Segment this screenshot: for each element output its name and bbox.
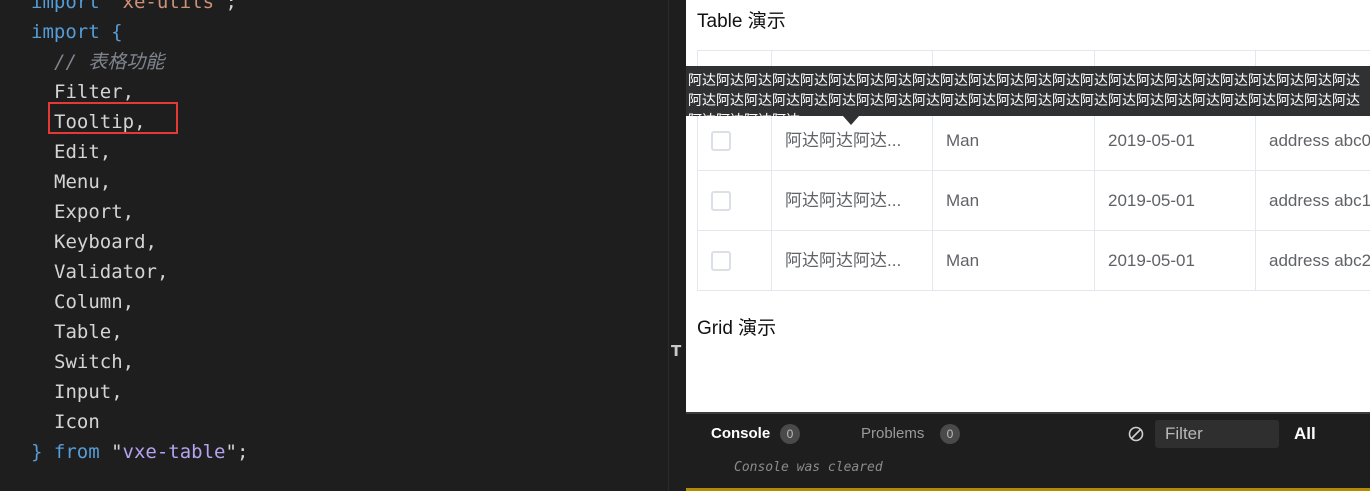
code-token: Table, [54,321,123,343]
code-line: Icon [54,407,100,437]
tab-problems[interactable]: Problems [861,422,924,446]
code-token: Icon [54,411,100,433]
code-line: import "xe-utils"; [31,0,237,17]
code-token: import [31,0,112,13]
code-line: Validator, [54,257,168,287]
name-cell[interactable]: 阿达阿达阿达... [772,231,933,290]
address-cell: address abc1 [1269,191,1370,210]
console-filter-input[interactable] [1155,420,1279,448]
code-token: ; [236,441,249,463]
code-token: " [225,441,237,463]
console-count-badge: 0 [780,424,800,444]
code-token: Validator, [54,261,169,283]
code-token: import [31,21,112,43]
preview-pane: Table 演示 阿达阿达阿达... Man 2019-05-01 addres… [686,0,1370,412]
code-token: vxe-table [122,441,226,463]
table-row[interactable]: 阿达阿达阿达... Man 2019-05-01 address abc1 [698,171,1370,231]
code-token: Menu, [54,171,112,193]
code-token: } [31,441,54,463]
log-level-select[interactable]: All [1294,422,1316,446]
address-cell: address abc0 [1269,131,1370,150]
console-panel: Console 0 Problems 0 All Console was cle… [686,412,1370,491]
splitter-strip[interactable] [669,0,686,491]
checkbox-cell [698,231,772,290]
date-cell: 2019-05-01 [1095,171,1256,230]
row-checkbox[interactable] [711,191,731,211]
code-line: Menu, [54,167,111,197]
grid-demo-title: Grid 演示 [697,318,777,339]
sex-cell: Man [933,231,1095,290]
code-comment: // 表格功能 [54,51,165,73]
code-line: Export, [54,197,134,227]
sex-cell: Man [933,171,1095,230]
table-row[interactable]: 阿达阿达阿达... Man 2019-05-01 address abc0 [698,111,1370,171]
resize-handle-icon[interactable]: T [671,343,683,359]
code-token: Filter, [54,81,135,103]
code-token: Switch, [54,351,135,373]
code-token: Input, [54,381,123,403]
cell-tooltip: 阿达阿达阿达阿达阿达阿达阿达阿达阿达阿达阿达阿达阿达阿达阿达阿达阿达阿达阿达阿达… [686,66,1370,116]
code-line: Column, [54,287,134,317]
code-token: Keyboard, [54,231,157,253]
code-token: " [111,441,123,463]
code-line: Edit, [54,137,111,167]
tab-console[interactable]: Console [711,422,770,446]
console-message: Console was cleared [734,460,883,475]
code-line: Table, [54,317,123,347]
checkbox-cell [698,171,772,230]
code-editor[interactable]: import "xe-utils"; import {// 表格功能 Filter,… [0,0,668,491]
code-line: Input, [54,377,123,407]
code-line: Switch, [54,347,134,377]
tooltip-arrow-icon [843,116,859,125]
code-token: "xe-utils" [111,0,226,13]
code-token: Column, [54,291,135,313]
checkbox-cell [698,111,772,170]
problems-count-badge: 0 [940,424,960,444]
code-line: Keyboard, [54,227,157,257]
code-token: Export, [54,201,135,223]
row-checkbox[interactable] [711,131,731,151]
code-token: Edit, [54,141,112,163]
table-row[interactable]: 阿达阿达阿达... Man 2019-05-01 address abc2 [698,231,1370,291]
clear-console-icon[interactable] [1128,426,1144,442]
table-demo-title: Table 演示 [697,11,786,32]
date-cell: 2019-05-01 [1095,231,1256,290]
code-token: { [111,21,123,43]
code-token: ; [225,0,237,13]
address-cell: address abc2 [1269,251,1370,270]
code-line: // 表格功能 [54,47,164,77]
row-checkbox[interactable] [711,251,731,271]
code-token: from [53,441,112,463]
code-line: import { [31,17,123,47]
date-cell: 2019-05-01 [1095,111,1256,170]
name-cell[interactable]: 阿达阿达阿达... [772,171,933,230]
sex-cell: Man [933,111,1095,170]
code-line: } from "vxe-table"; [31,437,248,467]
tooltip-highlight-box [48,102,178,134]
